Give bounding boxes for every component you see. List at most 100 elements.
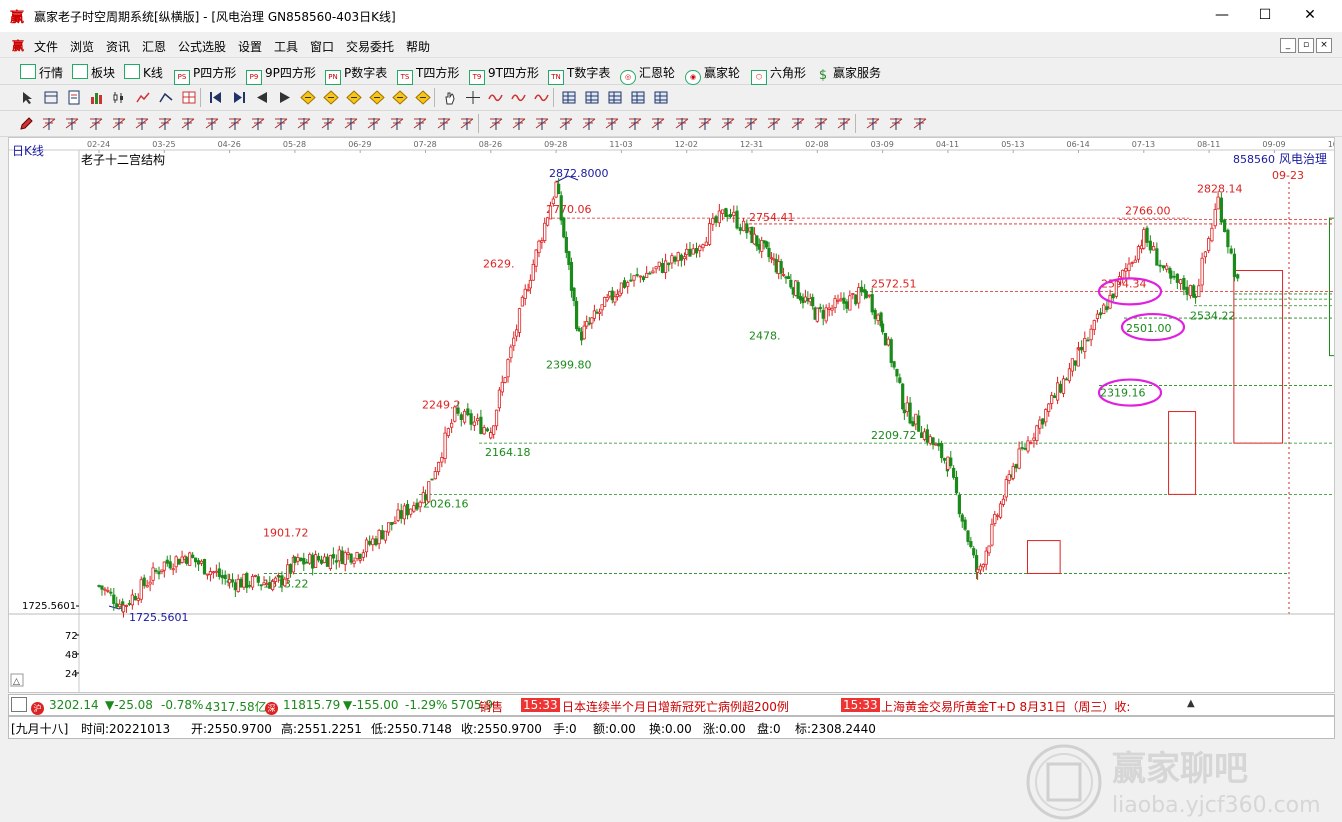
circle-icon[interactable] [157,116,173,131]
menu-settings[interactable]: 设置 [238,38,262,55]
scroll-right-icon[interactable] [277,90,293,105]
menu-huien[interactable]: 汇恩 [142,38,166,55]
nav-p-square[interactable]: PS P四方形 [174,64,236,85]
layout-icon[interactable] [181,90,197,105]
gann-grid-icon[interactable] [88,116,104,131]
gann-line-icon[interactable] [41,116,57,131]
first-bar-icon[interactable] [208,90,224,105]
cycle-tool-icon[interactable] [743,116,759,131]
mode-select-icon[interactable] [20,90,36,105]
menu-file[interactable]: 文件 [34,38,58,55]
mdi-restore-button[interactable]: ▫ [1298,38,1314,53]
arc-icon[interactable] [134,116,150,131]
hand-icon[interactable] [442,90,458,105]
period-icon[interactable] [112,90,128,105]
kline-chart-panel[interactable]: 02-24 03-25 04-26 05-28 06-29 07-28 08-26 09-28… [8,137,1335,820]
indicator-icon[interactable] [135,90,151,105]
menu-formula-select[interactable]: 公式选股 [178,38,226,55]
cycle-icon[interactable] [534,90,550,105]
menu-trade[interactable]: 交易委托 [346,38,394,55]
pen-icon[interactable] [18,116,34,131]
bar-chart-icon[interactable] [89,90,105,105]
speed-icon[interactable] [180,116,196,131]
last-bar-icon[interactable] [231,90,247,105]
mdi-minimize-button[interactable]: _ [1280,38,1296,53]
copy-tool-icon[interactable] [511,116,527,131]
menu-info[interactable]: 资讯 [106,38,130,55]
menu-browse[interactable]: 浏览 [70,38,94,55]
wave-tool-icon[interactable] [343,116,359,131]
nav-huien-wheel[interactable]: ◎ 汇恩轮 [620,64,675,85]
gold-icon[interactable] [674,116,690,131]
ruler-icon[interactable] [627,116,643,131]
slant-icon[interactable] [766,116,782,131]
shrink-icon[interactable] [346,90,362,105]
calendar-icon[interactable] [561,90,577,105]
menu-tools[interactable]: 工具 [274,38,298,55]
document-icon[interactable] [66,90,82,105]
ray-icon[interactable] [320,116,336,131]
export-icon[interactable] [630,90,646,105]
print-icon[interactable] [653,90,669,105]
news-item[interactable]: 上海黄金交易所黄金T+D 8月31日（周三）收: [881,698,1130,715]
nav-9p-square[interactable]: P9 9P四方形 [246,64,316,85]
ellipse-icon[interactable] [412,116,428,131]
menu-help[interactable]: 帮助 [406,38,430,55]
save-icon[interactable] [607,90,623,105]
square-tool-icon[interactable] [581,116,597,131]
angle-icon[interactable] [697,116,713,131]
crosshair-icon[interactable] [465,90,481,105]
close-button[interactable]: ✕ [1290,4,1330,28]
frame-icon[interactable] [43,90,59,105]
mirror-icon[interactable] [813,116,829,131]
lock-tool-icon[interactable] [558,116,574,131]
box-tool-icon[interactable] [366,116,382,131]
infinity-icon[interactable] [912,116,928,131]
mdi-close-button[interactable]: × [1316,38,1332,53]
yinyang-icon[interactable] [888,116,904,131]
tunnel-icon[interactable] [790,116,806,131]
expand-icon[interactable] [369,90,385,105]
gann-fan-icon[interactable] [64,116,80,131]
nav-p-number-table[interactable]: PN P数字表 [325,64,387,85]
grid-toggle-icon[interactable] [11,697,27,712]
kline-chart[interactable]: 02-24 03-25 04-26 05-28 06-29 07-28 08-26 09-28… [9,138,1334,692]
news-item[interactable]: 日本连续半个月日增新冠死亡病例超200例 [562,698,789,715]
coin-icon[interactable] [650,116,666,131]
chart-grid-icon[interactable] [865,116,881,131]
table-icon[interactable] [584,90,600,105]
trend-icon[interactable] [488,90,504,105]
move-down-icon[interactable] [415,90,431,105]
fib-arc-icon[interactable] [250,116,266,131]
nav-hexagon[interactable]: ⬡ 六角形 [751,64,806,85]
range-icon[interactable] [720,116,736,131]
nav-t-number-table[interactable]: TN T数字表 [548,64,610,85]
scroll-up-icon[interactable]: ▲ [1187,698,1195,709]
arrow-tool-icon[interactable] [459,116,475,131]
fib-fan-icon[interactable] [227,116,243,131]
line-tool-icon[interactable] [158,90,174,105]
nav-quotes[interactable]: 行情 [20,64,63,81]
pattern-icon[interactable] [511,90,527,105]
rect-icon[interactable] [389,116,405,131]
maximize-button[interactable]: ☐ [1245,4,1285,28]
nav-9t-square[interactable]: T9 9T四方形 [469,64,539,85]
percent-icon[interactable] [604,116,620,131]
zoom-in-icon[interactable] [300,90,316,105]
fib-time-icon[interactable] [273,116,289,131]
fib-line-icon[interactable] [204,116,220,131]
nav-t-square[interactable]: TS T四方形 [397,64,459,85]
text-tool-icon[interactable] [436,116,452,131]
move-up-icon[interactable] [392,90,408,105]
menu-window[interactable]: 窗口 [310,38,334,55]
paste-tool-icon[interactable] [534,116,550,131]
nav-sectors[interactable]: 板块 [72,64,115,81]
scroll-left-icon[interactable] [254,90,270,105]
zoom-out-icon[interactable] [323,90,339,105]
nav-winner-wheel[interactable]: ◉ 赢家轮 [685,64,740,85]
nav-kline[interactable]: K线 [124,64,163,81]
delete-tool-icon[interactable] [488,116,504,131]
minimize-button[interactable]: — [1202,4,1242,28]
channel-icon[interactable] [296,116,312,131]
fork-icon[interactable] [111,116,127,131]
